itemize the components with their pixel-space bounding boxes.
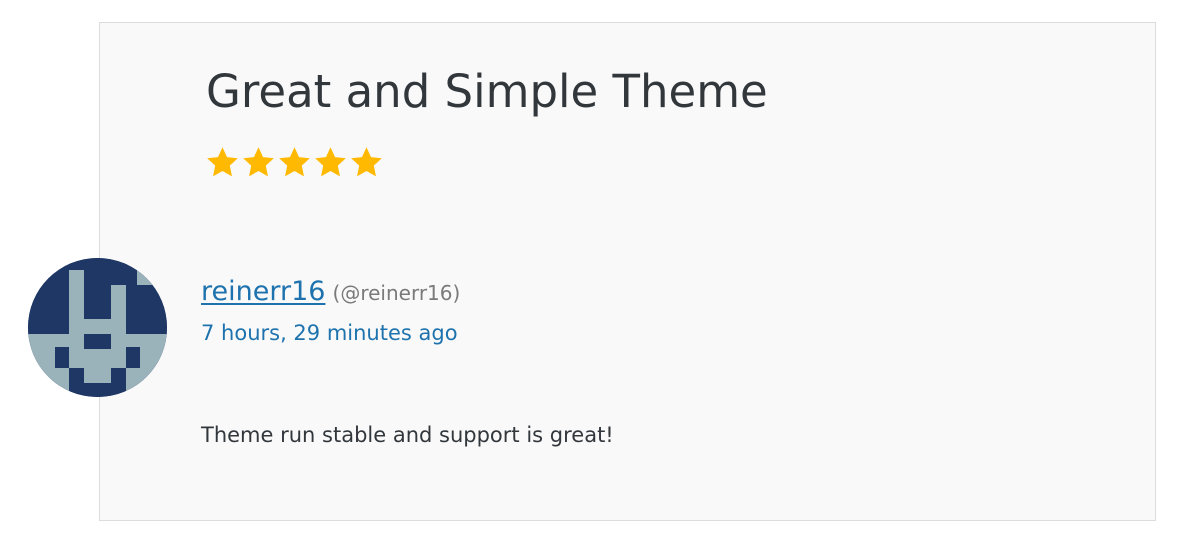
star-icon [279,147,310,177]
star-rating [205,145,384,181]
identicon-avatar-icon [28,258,167,397]
review-timestamp-link[interactable]: 7 hours, 29 minutes ago [201,317,458,349]
review-body: Theme run stable and support is great! [201,423,614,447]
star-icon [315,147,346,177]
avatar[interactable] [28,258,167,397]
author-name-link[interactable]: reinerr16 [201,276,325,307]
star-icon [243,147,274,177]
star-icon [207,147,238,177]
star-icon [351,147,382,177]
review-author: reinerr16 (@reinerr16) [201,274,460,313]
author-handle: (@reinerr16) [332,281,461,305]
review-title: Great and Simple Theme [206,65,768,118]
